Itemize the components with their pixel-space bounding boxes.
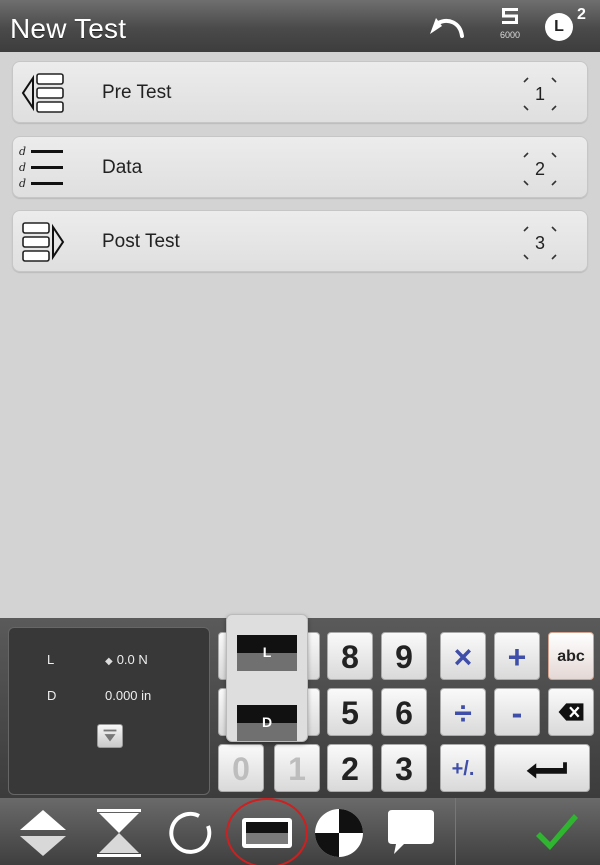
channel-option-load[interactable]: L (237, 635, 297, 671)
svg-text:d: d (19, 161, 26, 174)
key-5[interactable]: 5 (327, 688, 373, 736)
key-divide[interactable]: ÷ (440, 688, 486, 736)
key-backspace[interactable] (548, 688, 594, 736)
live-readout-panel: L ◆ 0.0 N D 0.000 in (8, 627, 210, 795)
pre-test-icon (21, 73, 64, 113)
speech-bubble-icon (388, 810, 434, 854)
undo-icon (430, 18, 464, 38)
item-number-badge: 3 (518, 221, 562, 265)
list-item-label: Post Test (102, 231, 180, 252)
post-test-icon (22, 222, 65, 262)
jog-button[interactable] (14, 804, 72, 862)
svg-text:d: d (19, 177, 26, 190)
undo-button[interactable] (422, 10, 466, 44)
key-2[interactable]: 2 (327, 744, 373, 792)
expand-readout-button[interactable] (97, 724, 123, 748)
svg-text:d: d (19, 145, 26, 158)
key-enter[interactable] (494, 744, 590, 792)
channel-label: D (261, 714, 273, 730)
load-channel-badge[interactable]: L (545, 13, 573, 41)
enter-icon (526, 762, 567, 779)
expand-down-icon (103, 729, 117, 742)
key-multiply[interactable]: × (440, 632, 486, 680)
item-number: 1 (534, 84, 545, 104)
key-0[interactable]: 0 (218, 744, 264, 792)
load-label: L (47, 652, 55, 667)
balance-button[interactable] (310, 804, 368, 862)
list-item-data[interactable]: ddd Data 2 (12, 136, 588, 198)
title-bar: New Test 6000 L 2 (0, 0, 600, 52)
station-icon (502, 8, 518, 24)
highlight-ring (226, 798, 308, 865)
toolbar-divider (455, 798, 456, 865)
item-number-badge: 1 (518, 72, 562, 116)
list-item-pre-test[interactable]: Pre Test 1 (12, 61, 588, 123)
checkmark-icon (536, 814, 578, 850)
target-quadrant-icon (315, 809, 363, 857)
load-value: ◆ 0.0 N (105, 652, 148, 667)
station-button[interactable]: 6000 (494, 6, 526, 48)
reset-button[interactable] (163, 804, 221, 862)
item-number: 3 (534, 233, 545, 253)
key-9[interactable]: 9 (381, 632, 427, 680)
data-list-icon: ddd (19, 145, 63, 190)
key-plus-minus[interactable]: +/. (440, 744, 486, 792)
key-3[interactable]: 3 (381, 744, 427, 792)
up-down-arrows-icon (20, 810, 66, 856)
list-item-label: Data (102, 157, 143, 178)
key-1[interactable]: 1 (274, 744, 320, 792)
message-button[interactable] (382, 804, 440, 862)
load-channel-superscript: 2 (577, 6, 586, 23)
crosshead-button[interactable] (90, 804, 148, 862)
page-title: New Test (10, 13, 127, 44)
channel-selector-popup: L D (226, 614, 308, 742)
list-item-post-test[interactable]: Post Test 3 (12, 210, 588, 272)
key-plus[interactable]: + (494, 632, 540, 680)
item-number-badge: 2 (518, 147, 562, 191)
key-abc[interactable]: abc (548, 632, 594, 680)
key-6[interactable]: 6 (381, 688, 427, 736)
list-item-label: Pre Test (102, 82, 172, 103)
key-minus[interactable]: - (494, 688, 540, 736)
up-down-arrows-icon: ◆ (105, 656, 113, 667)
hourglass-icon (97, 809, 141, 857)
channel-label: L (262, 644, 272, 660)
key-8[interactable]: 8 (327, 632, 373, 680)
item-number: 2 (534, 159, 545, 179)
displacement-value: 0.000 in (105, 688, 152, 703)
confirm-button[interactable] (528, 804, 586, 862)
refresh-circle-icon (169, 811, 212, 854)
backspace-icon (558, 703, 584, 721)
load-value-text: 0.0 N (116, 652, 148, 667)
displacement-label: D (47, 688, 57, 703)
station-number: 6000 (499, 30, 521, 40)
channel-option-displacement[interactable]: D (237, 705, 297, 741)
